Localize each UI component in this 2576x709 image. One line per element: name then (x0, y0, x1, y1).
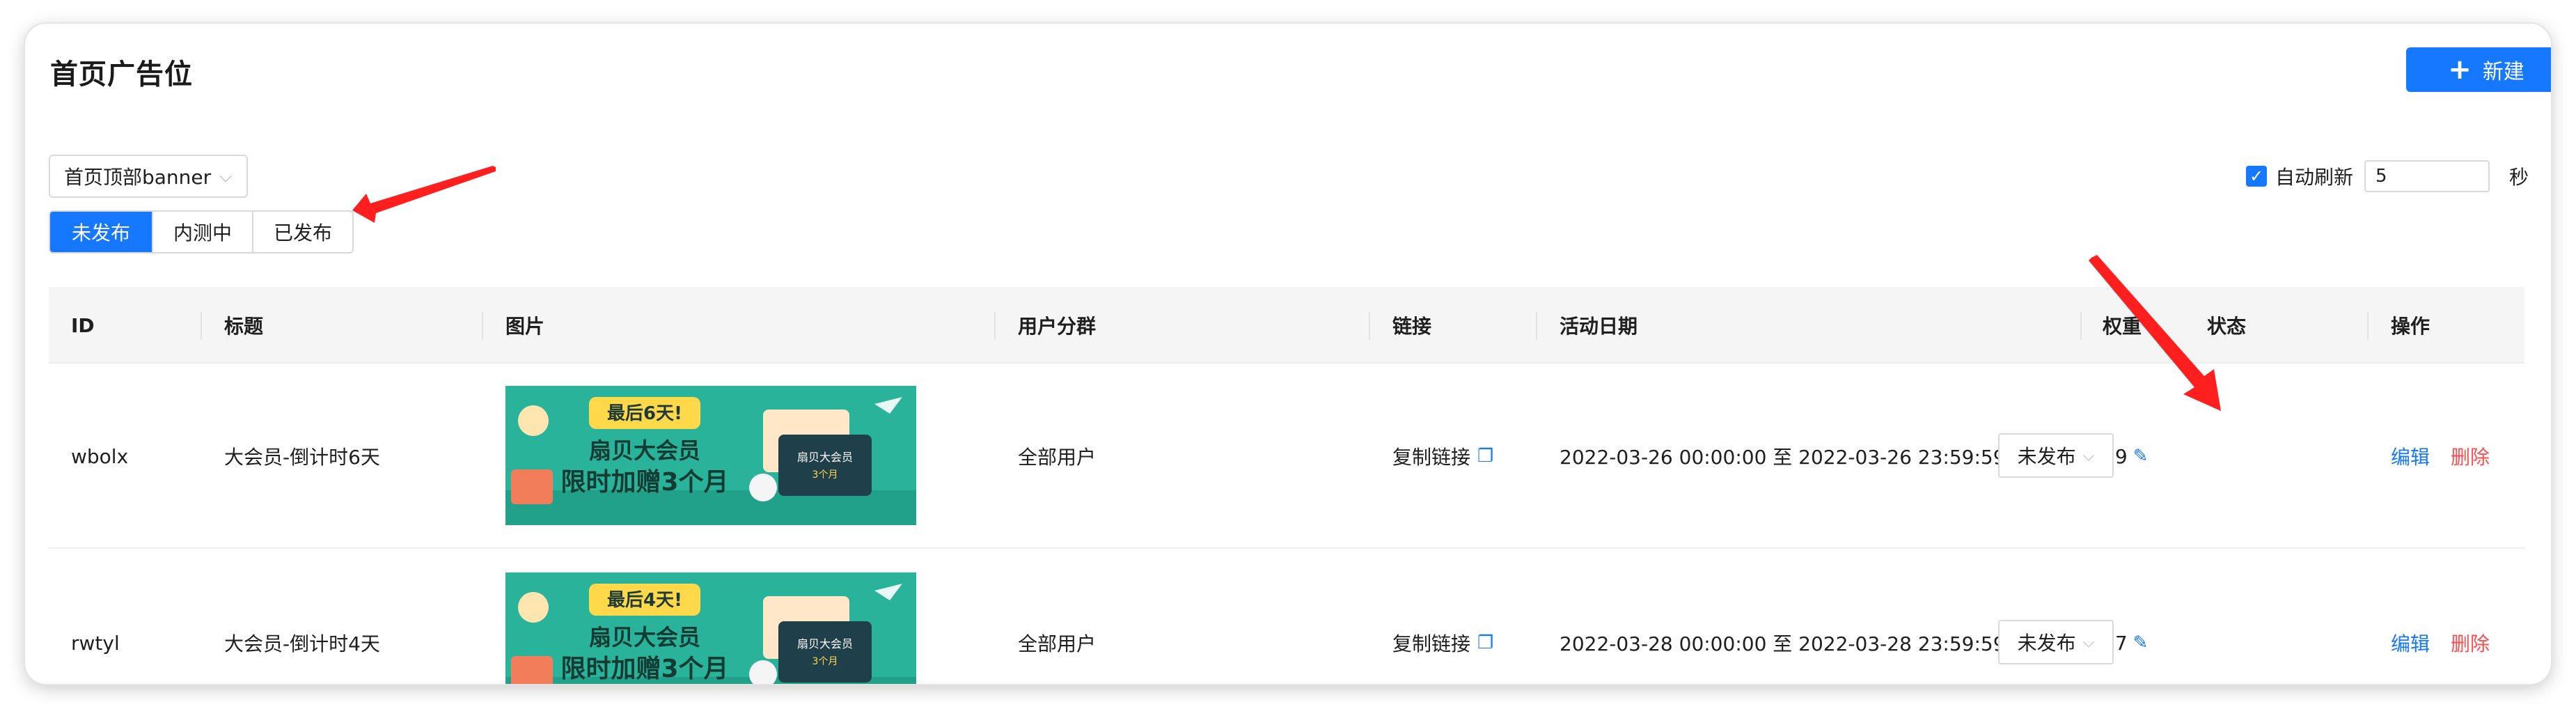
cell-actions: 编辑 删除 (2391, 550, 2490, 684)
edit-button[interactable]: 编辑 (2391, 442, 2430, 470)
refresh-interval-input[interactable] (2364, 160, 2490, 192)
column-divider (201, 312, 202, 340)
page-title: 首页广告位 (50, 59, 193, 91)
position-select-value: 首页顶部banner (64, 166, 212, 189)
delete-button[interactable]: 删除 (2451, 629, 2490, 657)
header-id: ID (71, 313, 95, 337)
column-divider (2080, 312, 2082, 340)
table-row: wbolx 大会员-倒计时6天 最后6天! 扇贝大会员 限时加赠3个月 扇贝大会… (49, 364, 2524, 549)
status-tabs: 未发布 内测中 已发布 (49, 210, 354, 254)
copy-icon[interactable]: ❐ (1477, 446, 1493, 467)
column-divider (482, 312, 483, 340)
header-link: 链接 (1392, 315, 1432, 338)
banner-line1: 扇贝大会员 (589, 624, 700, 650)
header-user-segment: 用户分群 (1018, 315, 1097, 338)
header-actions: 操作 (2391, 315, 2430, 338)
header-image: 图片 (505, 315, 545, 338)
edit-button[interactable]: 编辑 (2391, 629, 2430, 657)
app-window: 首页广告位 + 新建 首页顶部banner ⌵ 未发布 内测中 已发布 ✓ 自动… (25, 24, 2551, 684)
column-divider (994, 312, 996, 340)
banner-card-sub: 3个月 (812, 656, 838, 667)
cell-user-segment: 全部用户 (1018, 632, 1097, 655)
cell-title: 大会员-倒计时4天 (224, 632, 380, 655)
status-select-value: 未发布 (2017, 445, 2076, 468)
tab-internal-testing[interactable]: 内测中 (152, 212, 252, 252)
banner-badge: 最后6天! (607, 403, 682, 424)
banner-badge: 最后4天! (607, 590, 682, 611)
cell-activity-date: 2022-03-28 00:00:00 至 2022-03-28 23:59:5… (1560, 632, 2006, 655)
header-activity-date: 活动日期 (1560, 315, 1638, 338)
cell-actions: 编辑 删除 (2391, 364, 2490, 549)
copy-link-label: 复制链接 (1392, 446, 1471, 469)
banner-card-title: 扇贝大会员 (797, 451, 853, 464)
banner-line2: 限时加赠3个月 (560, 655, 728, 683)
copy-link[interactable]: 复制链接 ❐ (1392, 364, 1493, 549)
auto-refresh-label: 自动刷新 (2275, 166, 2354, 189)
copy-icon[interactable]: ❐ (1477, 632, 1493, 653)
column-divider (2367, 312, 2369, 340)
delete-button[interactable]: 删除 (2451, 442, 2490, 470)
banner-image: 最后4天! 扇贝大会员 限时加赠3个月 扇贝大会员 3个月 (505, 572, 916, 684)
table-header: ID 标题 图片 用户分群 链接 活动日期 权重 状态 操作 (49, 287, 2524, 364)
chevron-down-icon: ⌵ (219, 166, 233, 186)
column-divider (1536, 312, 1537, 340)
banner-card-sub: 3个月 (812, 469, 838, 481)
copy-link-label: 复制链接 (1392, 632, 1471, 655)
edit-pencil-icon[interactable]: ✎ (2133, 446, 2149, 467)
tab-unpublished[interactable]: 未发布 (50, 212, 152, 252)
banner-line1: 扇贝大会员 (589, 437, 700, 464)
copy-link[interactable]: 复制链接 ❐ (1392, 550, 1493, 684)
edit-pencil-icon[interactable]: ✎ (2133, 632, 2149, 653)
new-button[interactable]: + 新建 (2406, 47, 2551, 92)
cell-title: 大会员-倒计时6天 (224, 446, 380, 469)
cell-activity-date: 2022-03-26 00:00:00 至 2022-03-26 23:59:5… (1560, 446, 2006, 469)
table-row: rwtyl 大会员-倒计时4天 最后4天! 扇贝大会员 限时加赠3个月 扇贝大会… (49, 550, 2524, 684)
chevron-down-icon: ⌵ (2082, 446, 2095, 465)
status-select[interactable]: 未发布 ⌵ (1998, 620, 2114, 664)
auto-refresh-control: ✓ 自动刷新 秒 (2246, 155, 2529, 198)
banner-image: 最后6天! 扇贝大会员 限时加赠3个月 扇贝大会员 3个月 (505, 386, 916, 525)
new-button-label: 新建 (2482, 60, 2524, 84)
cell-id: wbolx (71, 444, 129, 468)
plus-icon: + (2448, 54, 2472, 86)
tab-published[interactable]: 已发布 (252, 212, 352, 252)
cell-user-segment: 全部用户 (1018, 446, 1097, 469)
header-title: 标题 (224, 315, 264, 338)
header-status: 状态 (2207, 315, 2247, 338)
banner-line2: 限时加赠3个月 (560, 468, 728, 497)
auto-refresh-checkbox[interactable]: ✓ (2246, 166, 2267, 187)
position-select[interactable]: 首页顶部banner ⌵ (49, 155, 248, 198)
header-weight: 权重 (2103, 315, 2142, 338)
column-divider (1369, 312, 1370, 340)
banner-card-title: 扇贝大会员 (797, 637, 853, 650)
status-select-value: 未发布 (2017, 632, 2076, 655)
refresh-unit-label: 秒 (2509, 166, 2529, 189)
cell-id: rwtyl (71, 631, 120, 655)
chevron-down-icon: ⌵ (2082, 633, 2095, 651)
status-select[interactable]: 未发布 ⌵ (1998, 433, 2114, 478)
